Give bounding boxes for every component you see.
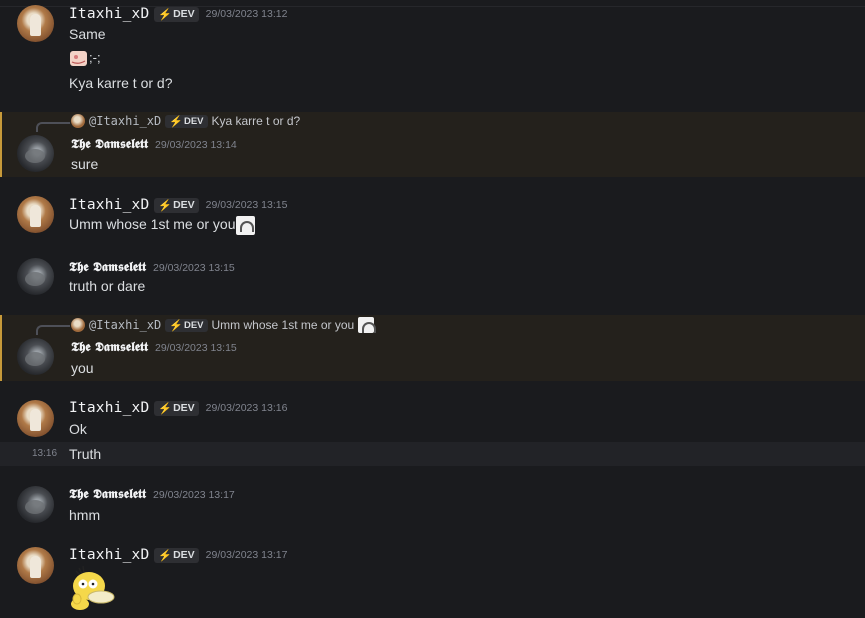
message-group[interactable]: @Itaxhi_xD ⚡ DEV Kya karre t or d? 𝕿𝖍𝖊 𝕯𝖆…: [0, 112, 865, 177]
lightning-icon: ⚡: [169, 115, 183, 128]
message-text: you: [71, 360, 94, 376]
avatar[interactable]: [17, 196, 54, 233]
timestamp[interactable]: 29/03/2023 13:12: [206, 8, 288, 20]
timestamp[interactable]: 29/03/2023 13:15: [155, 342, 237, 354]
avatar[interactable]: [17, 400, 54, 437]
message-group[interactable]: Itaxhi_xD ⚡ DEV 29/03/2023 13:12 Same ;-;…: [0, 0, 865, 105]
avatar[interactable]: [17, 5, 54, 42]
username[interactable]: 𝕿𝖍𝖊 𝕯𝖆𝖒𝖘𝖊𝖑𝖊𝖙𝖙: [69, 260, 146, 275]
timestamp[interactable]: 29/03/2023 13:17: [153, 489, 235, 501]
avatar[interactable]: [17, 258, 54, 295]
reply-preview[interactable]: @Itaxhi_xD ⚡ DEV Umm whose 1st me or you: [71, 317, 377, 333]
avatar: [71, 114, 85, 128]
message-group[interactable]: Itaxhi_xD ⚡ DEV 29/03/2023 13:17: [0, 540, 865, 618]
psyduck-sticker-icon[interactable]: [69, 564, 117, 612]
avatar: [71, 318, 85, 332]
reply-text[interactable]: Kya karre t or d?: [212, 114, 301, 128]
sticker-emoji-icon: [235, 216, 255, 235]
username[interactable]: 𝕿𝖍𝖊 𝕯𝖆𝖒𝖘𝖊𝖑𝖊𝖙𝖙: [71, 340, 148, 355]
message-text: Ok: [69, 421, 87, 437]
message-text: hmm: [69, 507, 101, 523]
avatar[interactable]: [17, 547, 54, 584]
lightning-icon: ⚡: [158, 8, 173, 21]
dev-badge[interactable]: ⚡ DEV: [154, 6, 199, 22]
message-group[interactable]: 𝕿𝖍𝖊 𝕯𝖆𝖒𝖘𝖊𝖑𝖊𝖙𝖙 29/03/2023 13:17 hmm: [0, 480, 865, 532]
dev-badge[interactable]: ⚡ DEV: [154, 547, 199, 563]
timestamp[interactable]: 29/03/2023 13:17: [206, 549, 288, 561]
username[interactable]: 𝕿𝖍𝖊 𝕯𝖆𝖒𝖘𝖊𝖑𝖊𝖙𝖙: [69, 487, 146, 502]
timestamp[interactable]: 29/03/2023 13:15: [153, 262, 235, 274]
message-text: Kya karre t or d?: [69, 75, 173, 91]
dev-badge: ⚡ DEV: [165, 318, 208, 332]
message-group[interactable]: @Itaxhi_xD ⚡ DEV Umm whose 1st me or you …: [0, 315, 865, 381]
timestamp[interactable]: 29/03/2023 13:14: [155, 139, 237, 151]
avatar[interactable]: [17, 135, 54, 172]
reply-preview[interactable]: @Itaxhi_xD ⚡ DEV Kya karre t or d?: [71, 114, 300, 128]
dev-badge[interactable]: ⚡ DEV: [154, 197, 199, 213]
sticker-emoji-icon: [358, 317, 377, 333]
message-text: sure: [71, 156, 99, 172]
lightning-icon: ⚡: [169, 319, 183, 332]
avatar[interactable]: [17, 338, 54, 375]
username[interactable]: Itaxhi_xD: [69, 547, 149, 563]
reply-spine: [36, 325, 70, 335]
lightning-icon: ⚡: [158, 199, 173, 212]
message-text: Same: [69, 26, 106, 42]
message-group[interactable]: 𝕿𝖍𝖊 𝕯𝖆𝖒𝖘𝖊𝖑𝖊𝖙𝖙 29/03/2023 13:15 truth or …: [0, 252, 865, 304]
hovered-message-row[interactable]: [0, 442, 865, 466]
username[interactable]: Itaxhi_xD: [69, 400, 149, 416]
username[interactable]: Itaxhi_xD: [69, 6, 149, 22]
message-text: truth or dare: [69, 278, 146, 294]
dev-badge: ⚡ DEV: [165, 114, 208, 128]
message-group[interactable]: Itaxhi_xD ⚡ DEV 29/03/2023 13:16 Ok 13:16…: [0, 394, 865, 466]
timestamp[interactable]: 29/03/2023 13:16: [206, 402, 288, 414]
lightning-icon: ⚡: [158, 549, 173, 562]
reply-username[interactable]: @Itaxhi_xD: [89, 114, 161, 128]
avatar[interactable]: [17, 486, 54, 523]
blushing-emoji-icon: [70, 51, 87, 67]
lightning-icon: ⚡: [158, 402, 173, 415]
dev-badge[interactable]: ⚡ DEV: [154, 400, 199, 416]
reply-username[interactable]: @Itaxhi_xD: [89, 318, 161, 332]
timestamp[interactable]: 29/03/2023 13:15: [206, 199, 288, 211]
username[interactable]: 𝕿𝖍𝖊 𝕯𝖆𝖒𝖘𝖊𝖑𝖊𝖙𝖙: [71, 137, 148, 152]
reply-text[interactable]: Umm whose 1st me or you: [212, 318, 355, 332]
username[interactable]: Itaxhi_xD: [69, 197, 149, 213]
message-group[interactable]: Itaxhi_xD ⚡ DEV 29/03/2023 13:15 Umm whos…: [0, 190, 865, 242]
message-text: Truth: [69, 446, 102, 462]
hover-timestamp[interactable]: 13:16: [32, 448, 57, 459]
reply-spine: [36, 122, 70, 132]
message-text: Umm whose 1st me or you: [69, 216, 255, 235]
message-text: ;-;: [69, 49, 101, 67]
